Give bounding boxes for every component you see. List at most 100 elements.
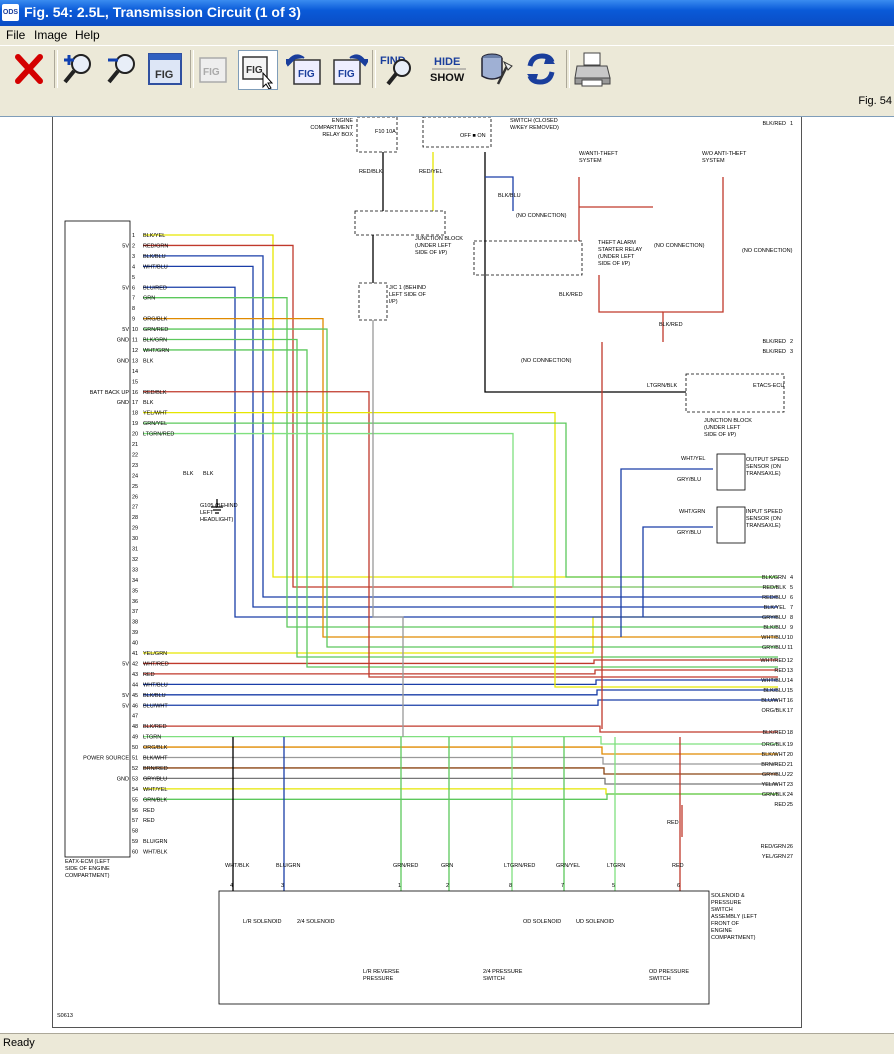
clear-button[interactable] [476,50,514,88]
ecm-pin-number: 7 [132,296,135,302]
ground-label: HEADLIGHT) [200,517,233,523]
wire-label: WHT/YEL [681,456,705,462]
svg-text:SHOW: SHOW [430,72,465,84]
right-connector-pin: 25 [787,802,793,808]
ecm-pin-number: 32 [132,557,138,563]
ecm-pin-number: 14 [132,369,138,375]
right-connector-pin: 6 [790,595,793,601]
wire [143,735,778,745]
svg-text:HIDE: HIDE [434,56,460,68]
ecm-pin-color: GRN/YEL [143,421,167,427]
ecm-pin-number: 40 [132,641,138,647]
ecm-pin-number: 21 [132,442,138,448]
wire-label: BLK [183,471,194,477]
right-connector-color: BLK/RED [762,349,786,355]
ecm-pin-number: 49 [132,735,138,741]
ecm-side-label: GND [117,358,129,364]
wire [662,177,724,342]
wire [143,659,778,665]
right-connector-pin: 26 [787,844,793,850]
print-icon [574,52,611,87]
right-connector-color: BLK/GRN [762,575,786,581]
next-figure-button[interactable]: FIG [330,50,370,88]
solenoid-pin-color: GRN/YEL [556,863,580,869]
wire [143,699,778,706]
svg-text:FIG: FIG [203,67,220,78]
figure-list-button[interactable]: FIG [196,50,234,88]
fit-to-window-button[interactable]: FIG [146,50,184,88]
zoom-out-icon [107,54,135,84]
ecm-pin-number: 51 [132,756,138,762]
ecm-pin-number: 20 [132,432,138,438]
ecm-pin-color: RED/BLK [143,390,167,396]
right-connector-pin: 14 [787,678,793,684]
svg-text:FIG: FIG [246,65,263,76]
menu-file[interactable]: File [6,28,25,42]
ecm-pin-number: 31 [132,547,138,553]
status-bar: Ready [0,1033,894,1054]
right-connector-pin: 11 [787,645,793,651]
right-connector-pin: 5 [790,585,793,591]
relay-box-label: ENGINE [332,118,353,124]
right-connector-color: YEL/GRN [762,854,786,860]
ecm-pin-color: BRN/RED [143,766,168,772]
ecm-pin-color: RED/GRN [143,243,168,249]
menu-help[interactable]: Help [75,28,100,42]
right-connector-color: RED/BLU [762,595,786,601]
output-sensor-label: SENSOR (ON [746,464,781,470]
ecm-pin-color: ORG/BLK [143,745,168,751]
fuse-label: F10 10A [375,129,396,135]
right-connector-pin: 12 [787,658,793,664]
title-bar: ODS Fig. 54: 2.5L, Transmission Circuit … [0,0,894,26]
refresh-button[interactable] [522,50,560,88]
right-connector-color: WHT/RED [760,658,786,664]
ecm-side-label: BATT BACK UP [90,390,130,396]
ecm-pin-number: 37 [132,609,138,615]
right-connector-color: GRY/BLU [762,645,786,651]
ecm-pin-color: RED [143,808,155,814]
wire-label: RED [667,820,679,826]
solenoid-assembly-box [218,890,710,1005]
diagram-viewport[interactable]: 1 BLK/YEL 2 RED/GRN 3 BLK/BLU 4 WHT/BLU 5 6 BLU/RE… [0,116,894,1033]
previous-figure-button[interactable]: FIG [283,50,324,88]
solenoid-pin-number: 8 [509,883,512,889]
solenoid-pin-number: 2 [446,883,449,889]
ecm-pin-number: 9 [132,317,135,323]
etacs-box [685,373,785,413]
status-text: Ready [3,1037,35,1049]
ecm-pin-number: 10 [132,327,138,333]
ecm-pin-number: 36 [132,599,138,605]
right-connector-pin: 17 [787,708,793,714]
input-sensor-label: INPUT SPEED [746,509,783,515]
right-connector-pin: 16 [787,698,793,704]
ecm-pin-number: 39 [132,630,138,636]
toolbar-separator [372,50,376,88]
ecm-pin-color: BLK [143,400,154,406]
close-figure-button[interactable] [10,50,48,88]
right-connector-pin: 27 [787,854,793,860]
output-sensor-box [716,453,746,491]
figure-select-button[interactable]: FIG [238,50,278,90]
zoom-out-button[interactable] [104,50,142,88]
menu-image[interactable]: Image [34,28,67,42]
hide-show-button[interactable]: HIDE SHOW [428,50,470,88]
zoom-in-button[interactable] [60,50,98,88]
ecm-pin-number: 52 [132,766,138,772]
app-logo: ODS [2,4,19,21]
ecm-side-label: 5V [122,703,129,709]
toolbar-separator [190,50,194,88]
right-connector-color: BLK/BLU [763,625,786,631]
ecm-pin-number: 30 [132,536,138,542]
ecm-side-label: GND [117,338,129,344]
right-connector-color: YEL/WHT [762,782,787,788]
ecm-pin-color: BLK/WHT [143,756,168,762]
solenoid-assembly-label: FRONT OF [711,921,740,927]
anti-theft-label: SYSTEM [579,158,602,164]
ecm-pin-number: 19 [132,421,138,427]
ecm-pin-color: GRN/RED [143,327,168,333]
right-connector-pin: 4 [790,575,793,581]
wire-label: BLK/BLU [498,193,521,199]
theft-relay-label: SIDE OF I/P) [598,261,630,267]
print-button[interactable] [574,50,612,88]
find-button[interactable]: FIND [378,50,416,88]
